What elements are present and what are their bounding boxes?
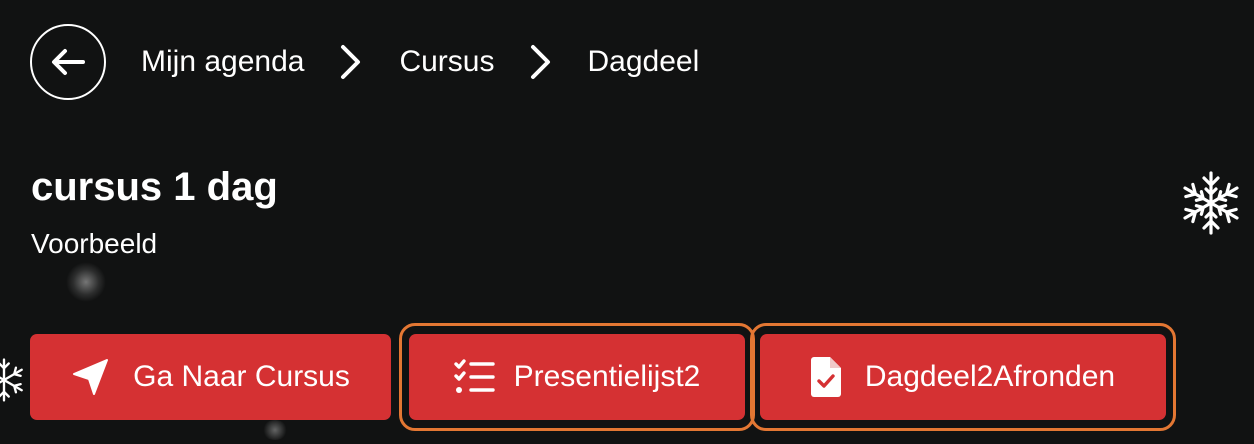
presentielijst-button[interactable]: Presentielijst2 [409,334,745,420]
page-title: cursus 1 dag [31,165,278,209]
breadcrumb-item-dagdeel: Dagdeel [587,45,700,78]
chevron-right-icon [529,43,553,81]
chevron-right-icon [339,43,363,81]
breadcrumb: Mijn agenda Cursus Dagdeel [30,22,699,102]
decorative-blur-dot [66,262,106,302]
button-label: Ga Naar Cursus [133,360,350,393]
decorative-blur-dot [262,420,288,440]
breadcrumb-item-mijn-agenda[interactable]: Mijn agenda [141,45,304,79]
button-label: Presentielijst2 [513,360,701,393]
breadcrumb-item-cursus[interactable]: Cursus [399,45,494,79]
page: Mijn agenda Cursus Dagdeel cursus 1 dag … [0,0,1254,444]
snowflake-icon [1183,171,1239,235]
page-subtitle: Voorbeeld [31,228,158,259]
snowflake-icon [0,358,23,402]
file-check-icon [810,357,841,397]
button-label: Dagdeel2Afronden [864,360,1116,393]
back-button[interactable] [30,24,106,100]
dagdeel-afronden-button[interactable]: Dagdeel2Afronden [760,334,1166,420]
arrow-left-icon [52,49,85,75]
checklist-icon [453,359,496,395]
ga-naar-cursus-button[interactable]: Ga Naar Cursus [30,334,391,420]
navigation-arrow-icon [71,357,111,397]
